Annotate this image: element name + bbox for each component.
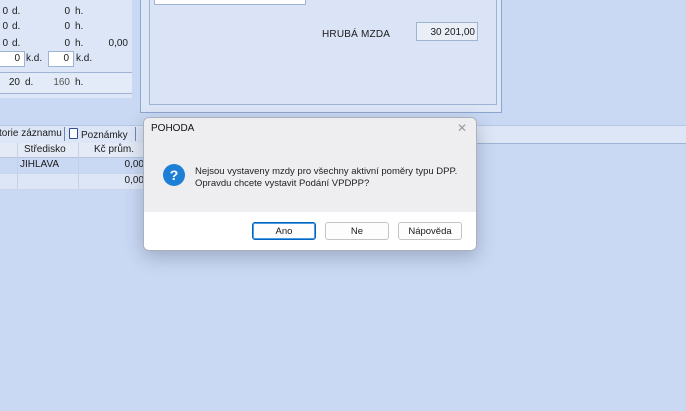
stat-row: 0 d. 0 h. 0,00: [0, 36, 132, 52]
summary-hour-unit: h.: [75, 77, 84, 88]
stat-day-unit: k.d.: [26, 53, 43, 64]
stat-days: 0: [2, 38, 8, 49]
gross-wage-value: 30 201,00: [416, 22, 478, 41]
stats-summary: 20 d. 160 h.: [0, 72, 132, 94]
stat-hours: 0: [64, 21, 70, 32]
stat-amount: 0,00: [108, 38, 128, 49]
document-icon: [69, 128, 78, 139]
summary-day-unit: d.: [25, 77, 34, 88]
stat-day-unit: d.: [12, 6, 21, 17]
confirmation-dialog: POHODA ✕ ? Nejsou vystaveny mzdy pro vše…: [143, 117, 477, 251]
grid-header: Středisko Kč prům.: [0, 143, 145, 158]
dialog-title: POHODA: [151, 123, 195, 134]
table-row[interactable]: JIHLAVA 0,00: [0, 158, 145, 174]
dialog-message-line: Nejsou vystaveny mzdy pro všechny aktivn…: [195, 166, 458, 177]
text-input[interactable]: [154, 0, 306, 5]
days-input-value: 0: [14, 53, 20, 64]
no-button[interactable]: Ne: [325, 222, 389, 240]
column-header-center[interactable]: Středisko: [24, 144, 66, 156]
stat-hour-unit: k.d.: [76, 53, 93, 64]
help-button[interactable]: Nápověda: [398, 222, 462, 240]
close-icon[interactable]: ✕: [456, 122, 468, 134]
stat-days: 0: [2, 6, 8, 17]
column-header-avg[interactable]: Kč prům.: [94, 144, 134, 156]
days-input[interactable]: 0: [0, 51, 25, 67]
stat-hours: 0: [64, 6, 70, 17]
stat-day-unit: d.: [12, 21, 21, 32]
cell-avg: 0,00: [124, 159, 144, 170]
tab-notes[interactable]: Poznámky: [69, 128, 128, 142]
stat-row: 0 d. 0 h.: [0, 4, 132, 20]
summary-days: 20: [8, 77, 20, 88]
stat-day-unit: d.: [12, 38, 21, 49]
column-divider: [78, 143, 79, 189]
stat-hour-unit: h.: [75, 21, 84, 32]
stat-row-editable: 0 k.d. 0 k.d.: [0, 51, 132, 67]
table-row[interactable]: 0,00: [0, 174, 145, 190]
dialog-message: Nejsou vystaveny mzdy pro všechny aktivn…: [195, 166, 465, 190]
stat-days: 0: [2, 21, 8, 32]
hours-input[interactable]: 0: [48, 51, 74, 67]
stat-hours: 0: [64, 38, 70, 49]
tab-notes-label: Poznámky: [81, 130, 128, 141]
hours-input-value: 0: [63, 53, 69, 64]
wage-stats-panel: 0 d. 0 h. 0 d. 0 h. 0 d. 0 h. 0,00 0 k.d…: [0, 0, 132, 98]
column-divider: [17, 143, 18, 189]
summary-hours: 160: [53, 77, 70, 88]
cell-avg: 0,00: [124, 175, 144, 186]
stat-hour-unit: h.: [75, 38, 84, 49]
dialog-footer: Ano Ne Nápověda: [144, 212, 476, 250]
tab-record-history[interactable]: torie záznamu: [0, 128, 62, 140]
stat-row: 0 d. 0 h.: [0, 19, 132, 35]
cell-center: JIHLAVA: [20, 159, 60, 170]
dialog-message-line: Opravdu chcete vystavit Podání VPDPP?: [195, 178, 370, 189]
wage-detail-inner: HRUBÁ MZDA 30 201,00: [149, 0, 497, 105]
wage-detail-panel: HRUBÁ MZDA 30 201,00: [140, 0, 502, 113]
stat-hour-unit: h.: [75, 6, 84, 17]
dialog-body: ? Nejsou vystaveny mzdy pro všechny akti…: [144, 140, 476, 212]
question-icon: ?: [163, 164, 185, 186]
tab-separator: [64, 127, 65, 141]
dialog-titlebar: POHODA ✕: [144, 118, 476, 140]
gross-wage-label: HRUBÁ MZDA: [322, 29, 391, 40]
tab-separator: [135, 127, 136, 141]
yes-button[interactable]: Ano: [252, 222, 316, 240]
